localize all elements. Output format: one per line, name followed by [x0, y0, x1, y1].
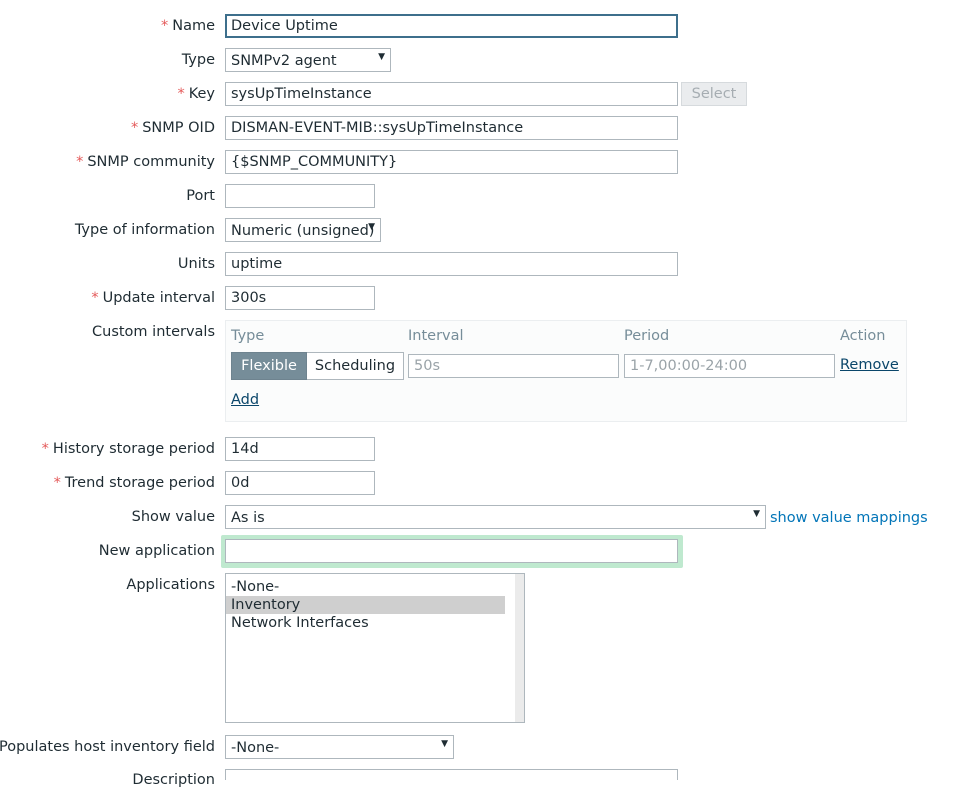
custom-period-input[interactable]: 1-7,00:00-24:00 — [624, 354, 835, 378]
key-select-button[interactable]: Select — [681, 82, 747, 106]
applications-listbox[interactable]: -None- Inventory Network Interfaces — [225, 573, 525, 723]
custom-intervals-label: Custom intervals — [92, 324, 215, 340]
snmp-community-label: * SNMP community — [76, 154, 215, 170]
type-select[interactable]: SNMPv2 agent ▼ — [225, 48, 391, 72]
add-interval-link[interactable]: Add — [231, 392, 259, 408]
name-input[interactable]: Device Uptime — [225, 14, 678, 38]
update-interval-label: * Update interval — [91, 290, 215, 306]
history-storage-label: * History storage period — [41, 441, 215, 457]
show-value-select[interactable]: As is ▼ — [225, 505, 766, 529]
description-label: Description — [132, 772, 215, 788]
inventory-field-select[interactable]: -None- ▼ — [225, 735, 454, 759]
show-value-label: Show value — [131, 509, 215, 525]
type-of-information-select[interactable]: Numeric (unsigned) ▼ — [225, 218, 381, 242]
units-input[interactable]: uptime — [225, 252, 678, 276]
new-application-label: New application — [98, 543, 215, 559]
type-label: Type — [181, 52, 215, 68]
snmp-community-input[interactable]: {$SNMP_COMMUNITY} — [225, 150, 678, 174]
key-label: * Key — [177, 86, 215, 102]
custom-interval-input[interactable]: 50s — [408, 354, 619, 378]
applications-label: Applications — [126, 577, 215, 593]
description-textarea[interactable] — [225, 769, 678, 780]
show-value-mappings-link[interactable]: show value mappings — [770, 510, 928, 526]
applications-option[interactable]: Network Interfaces — [226, 614, 505, 632]
custom-intervals-header-type: Type — [231, 328, 265, 344]
remove-interval-link[interactable]: Remove — [840, 357, 899, 373]
scheduling-toggle-button[interactable]: Scheduling — [307, 352, 404, 380]
update-interval-input[interactable]: 300s — [225, 286, 375, 310]
snmp-oid-label: * SNMP OID — [130, 120, 215, 136]
dropdown-arrow-icon: ▼ — [441, 739, 448, 749]
history-storage-input[interactable]: 14d — [225, 437, 375, 461]
applications-option[interactable]: -None- — [226, 578, 505, 596]
applications-scrollbar[interactable] — [515, 574, 524, 722]
units-label: Units — [177, 256, 215, 272]
dropdown-arrow-icon: ▼ — [753, 509, 760, 519]
port-label: Port — [186, 188, 215, 204]
custom-intervals-header-period: Period — [624, 328, 670, 344]
trend-storage-input[interactable]: 0d — [225, 471, 375, 495]
port-input[interactable] — [225, 184, 375, 208]
flexible-toggle-button[interactable]: Flexible — [231, 352, 307, 380]
trend-storage-label: * Trend storage period — [53, 475, 215, 491]
custom-intervals-header-interval: Interval — [408, 328, 464, 344]
dropdown-arrow-icon: ▼ — [368, 222, 375, 232]
name-label: * Name — [160, 18, 215, 34]
applications-option-selected[interactable]: Inventory — [226, 596, 505, 614]
dropdown-arrow-icon: ▼ — [378, 52, 385, 62]
custom-intervals-header-action: Action — [840, 328, 886, 344]
type-of-information-label: Type of information — [74, 222, 215, 238]
snmp-oid-input[interactable]: DISMAN-EVENT-MIB::sysUpTimeInstance — [225, 116, 678, 140]
new-application-input[interactable] — [225, 539, 678, 563]
inventory-field-label: Populates host inventory field — [0, 739, 215, 755]
key-input[interactable]: sysUpTimeInstance — [225, 82, 678, 106]
